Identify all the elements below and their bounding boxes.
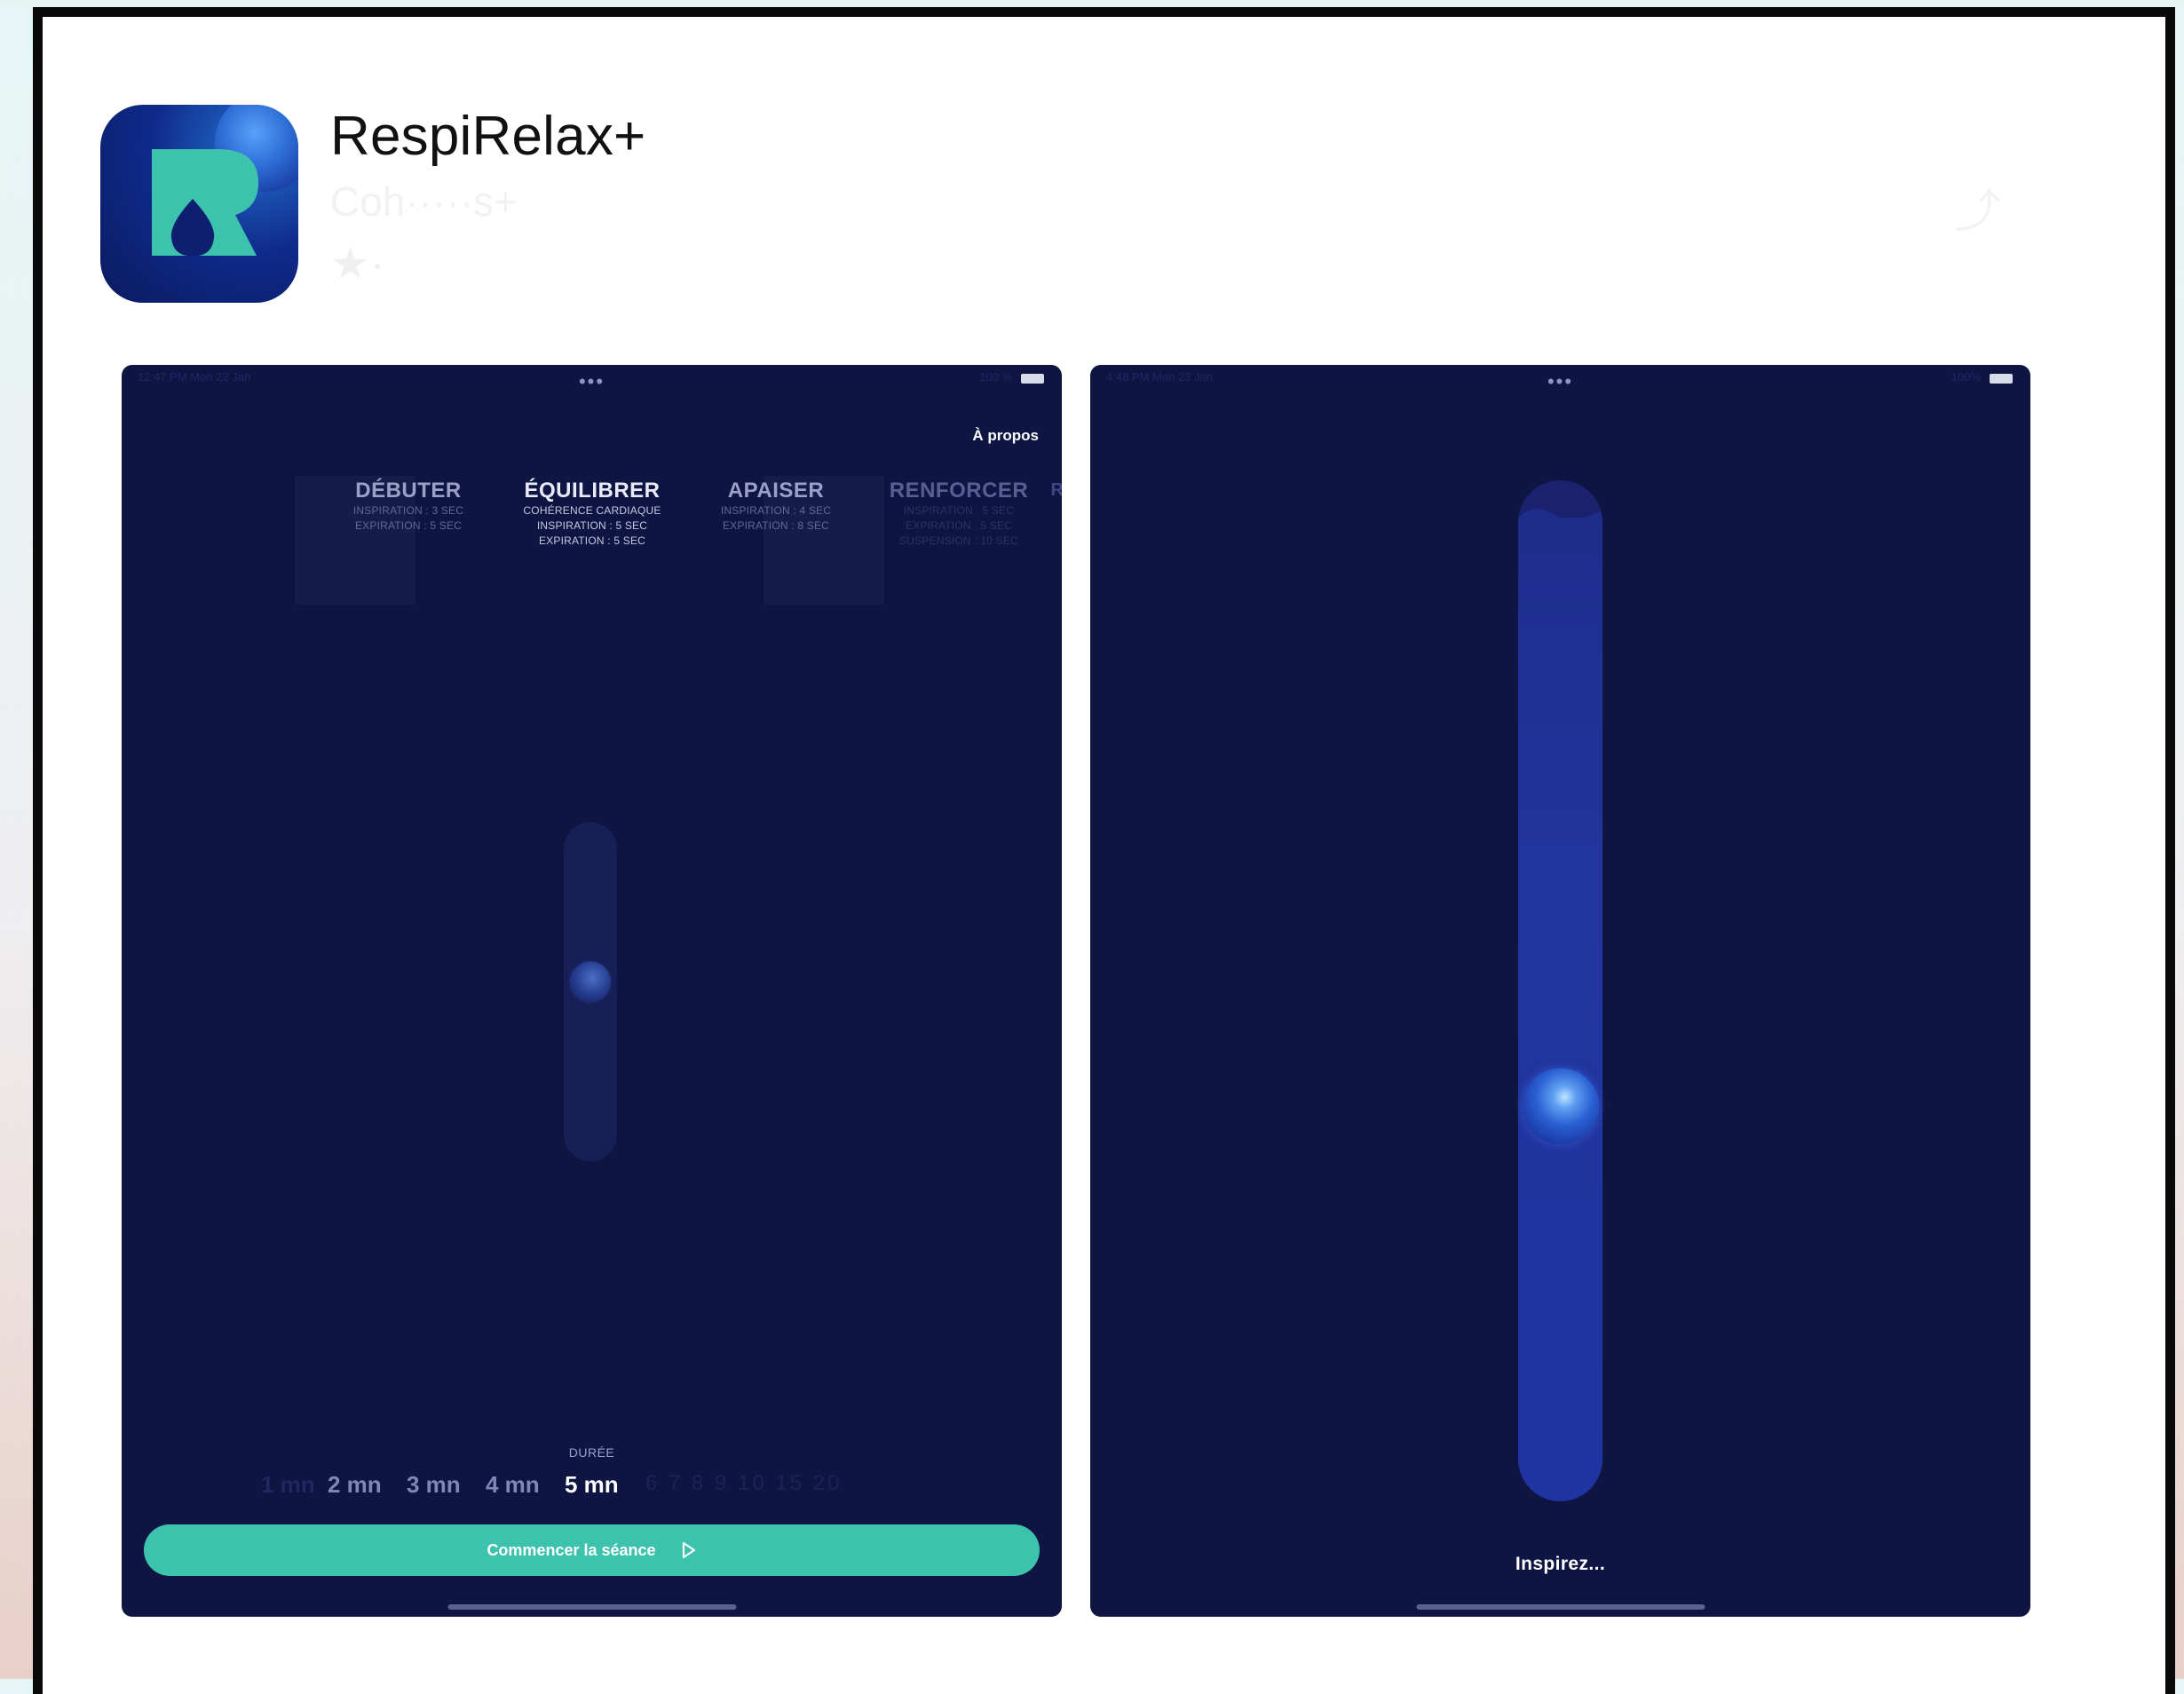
status-battery-text: 100 % xyxy=(979,370,1012,384)
app-icon[interactable] xyxy=(100,105,298,303)
r-logo-icon xyxy=(152,149,258,256)
mode-renforcer[interactable]: RENFORCER INSPIRATION : 5 SEC EXPIRATION… xyxy=(879,479,1039,549)
mode-detail: INSPIRATION : 5 SEC xyxy=(536,519,648,532)
status-time: 12:47 PM Mon 23 Jan xyxy=(138,370,251,384)
duration-option[interactable]: 4 mn xyxy=(486,1471,540,1499)
status-battery-text: 100% xyxy=(1951,370,1981,384)
mode-detail: EXPIRATION : 5 SEC xyxy=(538,534,646,547)
screenshot-home: 12:47 PM Mon 23 Jan ••• 100 % À propos D… xyxy=(122,365,1062,1617)
mode-detail: INSPIRATION : 4 SEC xyxy=(720,504,832,517)
next-mode-peek[interactable]: R xyxy=(1051,480,1062,501)
multitask-dots-icon[interactable]: ••• xyxy=(579,370,605,393)
multitask-dots-icon[interactable]: ••• xyxy=(1547,370,1573,393)
breathing-ball xyxy=(1523,1068,1599,1144)
mode-detail: INSPIRATION : 5 SEC xyxy=(903,504,1015,517)
breathing-ball xyxy=(570,962,611,1002)
rating-star-icon: ★· xyxy=(330,239,385,289)
about-link[interactable]: À propos xyxy=(972,427,1039,445)
mode-equilibrer[interactable]: ÉQUILIBRER COHÉRENCE CARDIAQUE INSPIRATI… xyxy=(512,479,672,549)
mode-title: APAISER xyxy=(727,479,825,503)
mode-title: ÉQUILIBRER xyxy=(524,479,661,503)
screenshot-session: 4:48 PM Mon 23 Jan ••• 100% Inspirez... xyxy=(1090,365,2030,1617)
duration-option[interactable]: 2 mn xyxy=(328,1471,382,1499)
mode-title: DÉBUTER xyxy=(355,479,462,503)
breathing-track xyxy=(1518,480,1602,1501)
mode-detail: SUSPENSION : 10 SEC xyxy=(899,534,1018,547)
battery-icon xyxy=(1021,374,1044,384)
mode-detail: COHÉRENCE CARDIAQUE xyxy=(523,504,661,517)
mode-detail: INSPIRATION : 3 SEC xyxy=(352,504,464,517)
home-indicator xyxy=(447,1604,736,1610)
duration-option[interactable]: 1 mn xyxy=(261,1471,315,1499)
breathing-instruction: Inspirez... xyxy=(1515,1554,1606,1574)
share-icon[interactable]: ⤴ xyxy=(1955,174,2001,241)
start-session-label: Commencer la séance xyxy=(487,1540,656,1559)
app-subtitle-faded: Coh·····s+ xyxy=(330,178,518,225)
duration-option[interactable]: 3 mn xyxy=(407,1471,461,1499)
mode-detail: EXPIRATION : 5 SEC xyxy=(905,519,1013,532)
mode-detail: EXPIRATION : 8 SEC xyxy=(722,519,830,532)
duration-option-selected[interactable]: 5 mn xyxy=(565,1471,619,1499)
mode-apaiser[interactable]: APAISER INSPIRATION : 4 SEC EXPIRATION :… xyxy=(696,479,856,534)
duration-options-faint[interactable]: 6 7 8 9 10 15 20 xyxy=(645,1471,842,1496)
duration-label: DURÉE xyxy=(568,1445,615,1460)
home-indicator xyxy=(1416,1604,1705,1610)
mode-debuter[interactable]: DÉBUTER INSPIRATION : 3 SEC EXPIRATION :… xyxy=(328,479,488,534)
start-session-button[interactable]: Commencer la séance xyxy=(144,1524,1040,1576)
battery-icon xyxy=(1990,374,2013,384)
play-icon xyxy=(681,1541,697,1559)
app-title: RespiRelax+ xyxy=(330,106,646,167)
mode-detail: EXPIRATION : 5 SEC xyxy=(354,519,463,532)
wave-icon xyxy=(1518,509,1602,553)
mode-title: RENFORCER xyxy=(889,479,1029,503)
status-time: 4:48 PM Mon 23 Jan xyxy=(1106,370,1213,384)
